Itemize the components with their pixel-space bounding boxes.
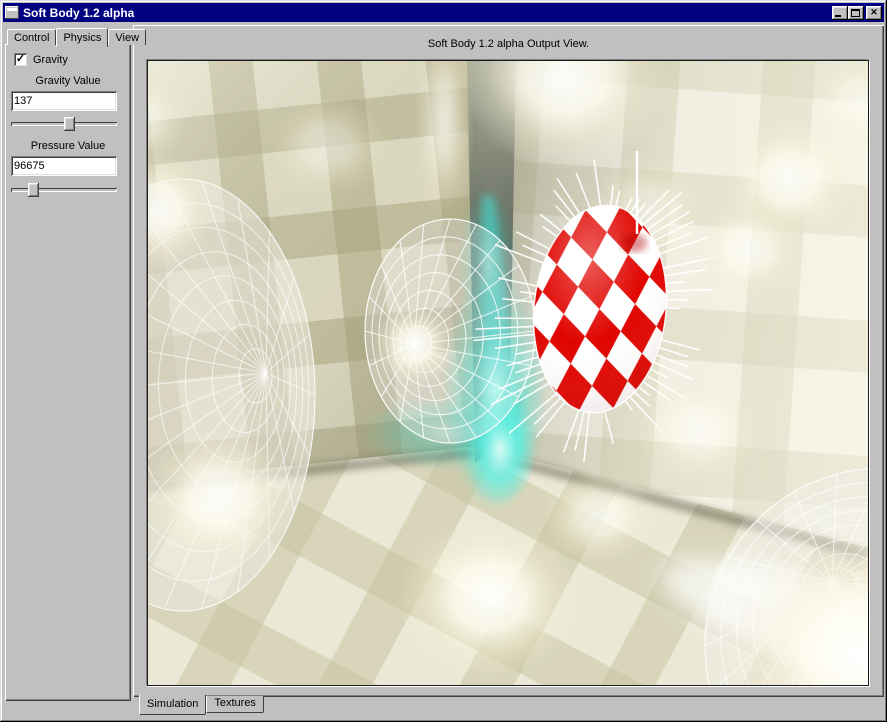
tab-textures[interactable]: Textures [206, 696, 264, 713]
minimize-icon [835, 15, 841, 17]
pressure-slider[interactable] [11, 183, 117, 197]
maximize-icon [851, 9, 860, 17]
close-button[interactable]: ✕ [866, 6, 882, 20]
app-window: Soft Body 1.2 alpha ✕ Control Physics Vi… [0, 0, 887, 722]
app-window-icon[interactable] [5, 6, 19, 19]
pressure-value-input[interactable] [11, 156, 117, 176]
bottom-tab-strip: Simulation Textures [139, 696, 264, 715]
checkmark-icon: ✓ [16, 54, 25, 65]
output-viewport[interactable] [147, 60, 869, 686]
gravity-slider[interactable] [11, 117, 117, 131]
physics-tab-page: ✓ Gravity Gravity Value Pressure Value [5, 44, 131, 701]
pressure-value-label: Pressure Value [5, 140, 131, 152]
tab-physics[interactable]: Physics [56, 28, 108, 47]
output-view-label: Soft Body 1.2 alpha Output View. [133, 38, 884, 50]
gravity-checkbox-label: Gravity [33, 54, 68, 66]
maximize-button[interactable] [848, 6, 864, 20]
left-tab-strip: Control Physics View [7, 27, 146, 45]
pressure-slider-thumb[interactable] [28, 183, 39, 197]
gravity-checkbox[interactable]: ✓ [14, 53, 27, 66]
gravity-value-input[interactable] [11, 91, 117, 111]
gravity-checkbox-row[interactable]: ✓ Gravity [14, 53, 68, 66]
title-bar[interactable]: Soft Body 1.2 alpha ✕ [3, 3, 884, 22]
tab-simulation[interactable]: Simulation [139, 695, 206, 715]
minimize-button[interactable] [832, 6, 848, 20]
center-wireframe-sphere [365, 219, 535, 443]
gravity-slider-thumb[interactable] [64, 117, 75, 131]
output-panel: Soft Body 1.2 alpha Output View. [133, 25, 884, 697]
output-viewport-3d-scene [148, 61, 868, 685]
gravity-value-label: Gravity Value [5, 75, 131, 87]
close-icon: ✕ [870, 8, 878, 17]
tab-view[interactable]: View [108, 29, 146, 45]
tab-control[interactable]: Control [7, 29, 56, 45]
pressure-slider-track[interactable] [11, 188, 117, 192]
window-title: Soft Body 1.2 alpha [23, 6, 832, 20]
